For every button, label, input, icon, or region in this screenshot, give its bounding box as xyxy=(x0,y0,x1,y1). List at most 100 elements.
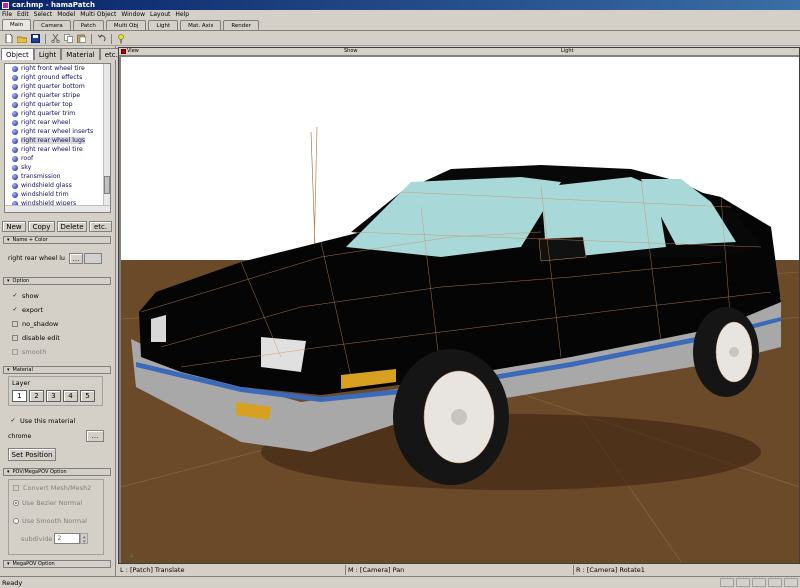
color-swatch[interactable] xyxy=(84,253,102,264)
scroll-thumb[interactable] xyxy=(104,176,110,194)
layer-1-button[interactable]: 1 xyxy=(12,390,27,402)
rear-hub xyxy=(729,347,739,357)
object-list-vscroll[interactable] xyxy=(103,64,110,206)
object-list-item[interactable]: right ground effects xyxy=(5,73,110,82)
show-menu[interactable]: Show xyxy=(344,48,358,54)
open-folder-icon[interactable] xyxy=(16,33,28,44)
layer-3-button[interactable]: 3 xyxy=(46,390,61,402)
layer-2-button[interactable]: 2 xyxy=(29,390,44,402)
3d-viewport[interactable]: ⊥ xyxy=(121,57,799,563)
cut-icon[interactable] xyxy=(49,33,61,44)
menu-model[interactable]: Model xyxy=(57,11,75,18)
scene-render[interactable]: ⊥ xyxy=(121,57,799,563)
material-browse-button[interactable]: ... xyxy=(86,430,104,442)
viewport-close-icon[interactable] xyxy=(121,49,126,54)
light-menu[interactable]: Light xyxy=(561,48,573,54)
name-color-header[interactable]: ▾ Name + Color xyxy=(3,236,111,244)
show-checkbox[interactable]: ✓ show xyxy=(12,291,38,301)
object-list-hscroll[interactable] xyxy=(5,205,110,212)
radio-selected-icon xyxy=(13,499,19,506)
object-list-item[interactable]: transmission xyxy=(5,172,110,181)
use-material-checkbox[interactable]: ✓ Use this material xyxy=(10,416,75,426)
object-list-item-label: right front wheel tire xyxy=(21,65,85,72)
name-row: right rear wheel lu ... xyxy=(6,253,108,264)
menu-select[interactable]: Select xyxy=(34,11,53,18)
object-list-item[interactable]: right quarter top xyxy=(5,100,110,109)
panel-tab-material[interactable]: Material xyxy=(61,48,100,60)
object-sphere-icon xyxy=(12,83,18,90)
no-shadow-checkbox[interactable]: no_shadow xyxy=(12,319,58,329)
layer-5-button[interactable]: 5 xyxy=(80,390,95,402)
object-list-item[interactable]: roof xyxy=(5,154,110,163)
status-middle-button: M : [Camera] Pan xyxy=(346,565,574,575)
tab-mat-axis[interactable]: Mat. Axis xyxy=(180,20,222,30)
undo-icon[interactable] xyxy=(95,33,107,44)
menu-layout[interactable]: Layout xyxy=(150,11,170,18)
set-position-button[interactable]: Set Position xyxy=(8,448,56,461)
status-text: Ready xyxy=(2,578,23,587)
tab-main[interactable]: Main xyxy=(2,19,32,30)
option-header[interactable]: ▾ Option xyxy=(3,277,111,285)
object-sphere-icon xyxy=(12,137,18,144)
disable-edit-checkbox[interactable]: disable edit xyxy=(12,333,60,343)
object-list-item[interactable]: right rear wheel xyxy=(5,118,110,127)
object-name-field[interactable]: right rear wheel lu xyxy=(6,253,68,264)
tab-light[interactable]: Light xyxy=(148,20,179,30)
object-button-row: New Copy Delete etc. xyxy=(2,221,112,232)
object-list-item[interactable]: windshield trim xyxy=(5,190,110,199)
panel-tab-light[interactable]: Light xyxy=(33,48,62,60)
tab-camera[interactable]: Camera xyxy=(33,20,71,30)
window-title: car.hmp - hamaPatch xyxy=(12,1,95,9)
name-browse-button[interactable]: ... xyxy=(69,253,83,264)
rear-wheel xyxy=(693,307,759,397)
menu-multi-object[interactable]: Multi Object xyxy=(80,11,116,18)
layer-4-button[interactable]: 4 xyxy=(63,390,78,402)
menu-file[interactable]: File xyxy=(2,11,12,18)
object-list-item[interactable]: sky xyxy=(5,163,110,172)
new-button[interactable]: New xyxy=(2,221,26,232)
object-list-item[interactable]: right rear wheel inserts xyxy=(5,127,110,136)
material-name-field[interactable]: chrome xyxy=(6,430,84,442)
object-list-item-label: windshield trim xyxy=(21,191,69,198)
paste-icon[interactable] xyxy=(75,33,87,44)
object-list-item[interactable]: right rear wheel lugs xyxy=(5,136,110,145)
etc-button[interactable]: etc. xyxy=(89,221,112,232)
object-panel: Object Light Material etc. right front w… xyxy=(0,46,123,576)
object-list-item[interactable]: right rear wheel tire xyxy=(5,145,110,154)
pov-header-label: POV/MegaPOV Option xyxy=(12,469,67,475)
delete-button[interactable]: Delete xyxy=(57,221,87,232)
object-list[interactable]: right front wheel tire right ground effec… xyxy=(4,63,111,213)
checkbox-checked-icon: ✓ xyxy=(12,306,18,313)
menu-window[interactable]: Window xyxy=(121,11,145,18)
copy-button[interactable]: Copy xyxy=(28,221,55,232)
chevron-down-icon: ▾ xyxy=(7,278,10,284)
megapov-header[interactable]: ▾ MegaPOV Option xyxy=(3,560,111,568)
toolbar-separator xyxy=(45,33,46,44)
pov-group: Convert Mesh/Mesh2 Use Bezier Normal Use… xyxy=(8,479,104,555)
material-header[interactable]: ▾ Material xyxy=(3,366,111,374)
object-list-item[interactable]: right quarter bottom xyxy=(5,82,110,91)
object-sphere-icon xyxy=(12,128,18,135)
panel-tabs: Object Light Material etc. xyxy=(1,48,123,60)
object-list-item[interactable]: right quarter trim xyxy=(5,109,110,118)
pov-header[interactable]: ▾ POV/MegaPOV Option xyxy=(3,468,111,476)
object-list-item[interactable]: right quarter stripe xyxy=(5,91,110,100)
save-icon[interactable] xyxy=(29,33,41,44)
tab-render[interactable]: Render xyxy=(223,20,259,30)
object-list-item[interactable]: windshield glass xyxy=(5,181,110,190)
view-menu[interactable]: View xyxy=(127,48,139,54)
panel-tab-object[interactable]: Object xyxy=(1,48,34,60)
new-file-icon[interactable] xyxy=(3,33,15,44)
export-checkbox[interactable]: ✓ export xyxy=(12,305,43,315)
object-list-item-label: right quarter bottom xyxy=(21,83,85,90)
object-list-item[interactable]: right front wheel tire xyxy=(5,64,110,73)
copy-icon[interactable] xyxy=(62,33,74,44)
tab-patch[interactable]: Patch xyxy=(72,20,104,30)
tab-multi-obj[interactable]: Multi Obj xyxy=(105,20,147,30)
menu-help[interactable]: Help xyxy=(175,11,189,18)
object-sphere-icon xyxy=(12,92,18,99)
help-pin-icon[interactable] xyxy=(115,33,127,44)
menu-edit[interactable]: Edit xyxy=(17,11,29,18)
status-left-button: L : [Patch] Translate xyxy=(118,565,346,575)
no-shadow-label: no_shadow xyxy=(22,320,59,328)
